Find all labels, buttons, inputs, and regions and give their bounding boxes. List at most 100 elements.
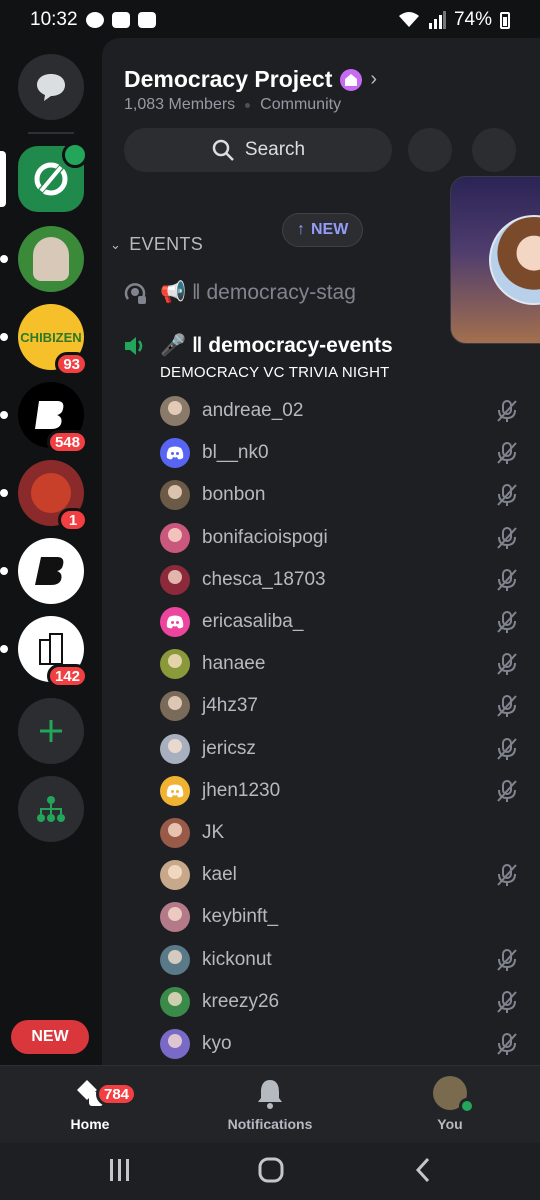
member-name: kreezy26 — [202, 990, 280, 1012]
voice-member-row[interactable]: kael — [160, 854, 540, 896]
events-button[interactable] — [472, 128, 516, 172]
server-democracy-project[interactable] — [0, 142, 88, 212]
add-server-button[interactable] — [18, 698, 84, 764]
voice-member-row[interactable]: jhen1230 — [160, 770, 540, 812]
discord-logo-icon — [166, 784, 184, 798]
chevron-down-icon: ⌄ — [110, 236, 122, 252]
mic-muted-icon — [497, 1033, 517, 1055]
voice-member-row[interactable]: bonbon — [160, 474, 540, 516]
server-b-logo-white[interactable] — [0, 538, 84, 604]
new-pill-label: NEW — [311, 221, 349, 238]
server-header[interactable]: Democracy Project › — [124, 66, 377, 93]
voice-member-row[interactable]: chesca_18703 — [160, 559, 540, 601]
member-avatar — [160, 902, 190, 933]
mic-muted-icon — [497, 442, 517, 465]
status-bar: 10:32 74% — [0, 0, 540, 40]
discord-logo-icon — [166, 446, 184, 460]
member-name: jericsz — [202, 737, 256, 759]
member-avatar — [160, 607, 190, 637]
back-icon[interactable] — [414, 1157, 432, 1183]
voice-member-row[interactable]: kyo — [160, 1023, 540, 1065]
voice-member-row[interactable]: keybinft_ — [160, 896, 540, 938]
member-avatar — [160, 522, 190, 553]
mic-muted-icon — [497, 864, 517, 887]
messenger-icon — [85, 12, 104, 28]
mic-muted-icon — [497, 737, 517, 760]
user-avatar — [433, 1076, 475, 1114]
mic-muted-icon — [497, 400, 517, 422]
mic-muted-icon — [497, 948, 517, 971]
mic-muted-icon — [497, 779, 517, 802]
invite-button[interactable] — [408, 128, 452, 172]
unread-indicator — [0, 411, 8, 419]
hero-art-icon — [31, 473, 71, 513]
voice-member-row[interactable]: jericsz — [160, 728, 540, 770]
server-label: CHIBIZEN — [20, 329, 82, 345]
member-count: 1,083 Members — [124, 96, 236, 113]
server-chibizen[interactable]: CHIBIZEN 93 — [0, 304, 88, 376]
server-hero-art[interactable]: 1 — [0, 460, 88, 532]
unread-indicator — [0, 567, 8, 575]
search-icon — [212, 139, 234, 161]
mic-muted-icon — [497, 568, 517, 591]
server-building[interactable]: 142 — [0, 616, 88, 688]
battery-percent: 74% — [453, 9, 492, 30]
checkbox-notification-icon — [137, 12, 156, 28]
member-name: keybinft_ — [202, 906, 279, 928]
new-unreads-pill[interactable]: ↑ NEW — [282, 213, 364, 247]
chat-bubble-icon — [37, 74, 65, 101]
recents-icon[interactable] — [108, 1157, 132, 1183]
member-avatar — [160, 649, 190, 680]
category-events[interactable]: ⌄ EVENTS — [110, 234, 203, 255]
nav-notifications[interactable]: Notifications — [200, 1076, 340, 1132]
member-name: kael — [202, 864, 237, 886]
system-navigation — [0, 1143, 540, 1200]
voice-member-row[interactable]: hanaee — [160, 643, 540, 685]
member-name: JK — [202, 822, 225, 843]
new-button[interactable]: NEW — [11, 1020, 89, 1054]
selected-indicator — [0, 151, 6, 207]
nav-home-label: Home — [70, 1116, 110, 1132]
democracy-logo-icon — [34, 162, 68, 196]
voice-member-row[interactable]: j4hz37 — [160, 685, 540, 727]
server-avatar-2[interactable] — [0, 226, 84, 292]
event-title: DEMOCRACY VC TRIVIA NIGHT — [160, 364, 390, 381]
voice-member-row[interactable]: bl__nk0 — [160, 432, 540, 474]
member-name: kyo — [202, 1033, 232, 1054]
voice-member-row[interactable]: kreezy26 — [160, 981, 540, 1023]
nav-notifications-label: Notifications — [227, 1116, 313, 1132]
event-calendar-icon — [62, 142, 88, 168]
discover-button[interactable] — [18, 776, 84, 842]
wifi-icon — [398, 12, 419, 27]
voice-member-row[interactable]: bonifacioispogi — [160, 517, 540, 559]
server-title: Democracy Project — [124, 66, 333, 92]
nav-you[interactable]: You — [380, 1076, 520, 1132]
youtube-icon — [111, 12, 130, 28]
unread-indicator — [0, 489, 8, 497]
member-name: bonbon — [202, 484, 266, 506]
home-system-icon[interactable] — [258, 1157, 284, 1183]
unread-indicator — [0, 255, 8, 263]
direct-messages-button[interactable] — [18, 54, 84, 120]
member-name: kickonut — [202, 948, 272, 970]
voice-member-row[interactable]: JK — [160, 812, 540, 854]
mention-badge: 93 — [55, 352, 88, 376]
member-name: bl__nk0 — [202, 442, 269, 464]
search-label: Search — [244, 139, 306, 160]
member-avatar — [160, 944, 190, 975]
meta-separator — [245, 102, 251, 108]
server-b-logo[interactable]: 548 — [0, 382, 88, 454]
unread-indicator — [0, 333, 8, 341]
mic-muted-icon — [497, 695, 517, 718]
voice-member-row[interactable]: andreae_02 — [160, 390, 540, 432]
preview-avatar — [489, 215, 540, 305]
member-avatar — [160, 396, 190, 426]
nav-home[interactable]: Home — [20, 1076, 160, 1132]
search-button[interactable]: Search — [124, 128, 392, 172]
voice-member-row[interactable]: ericasaliba_ — [160, 601, 540, 643]
plus-icon — [40, 720, 62, 742]
video-preview[interactable] — [450, 176, 540, 344]
stage-channel-icon — [124, 283, 146, 304]
server-rail: CHIBIZEN 93 548 1 142 — [0, 40, 102, 1065]
voice-member-row[interactable]: kickonut — [160, 939, 540, 981]
